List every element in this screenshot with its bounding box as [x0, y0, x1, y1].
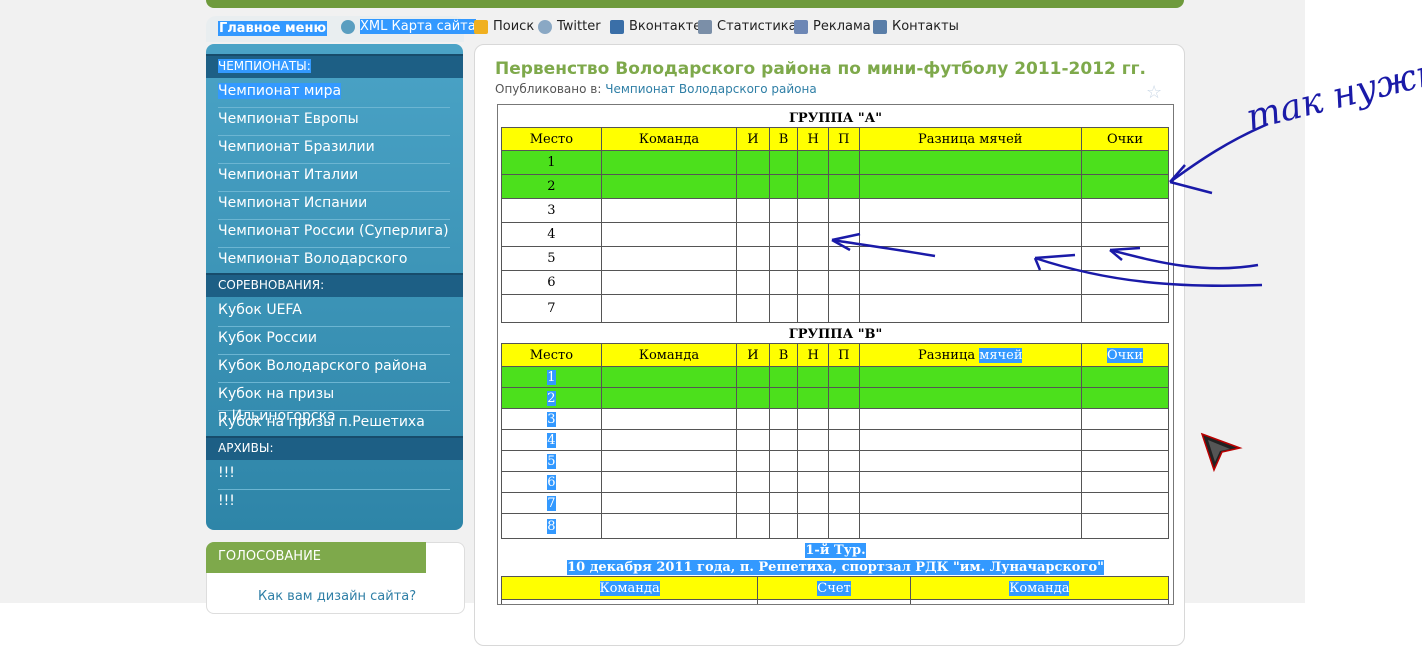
handwritten-annotation: так нужно	[831, 46, 1422, 288]
annotation-text: так нужно	[1242, 46, 1422, 139]
